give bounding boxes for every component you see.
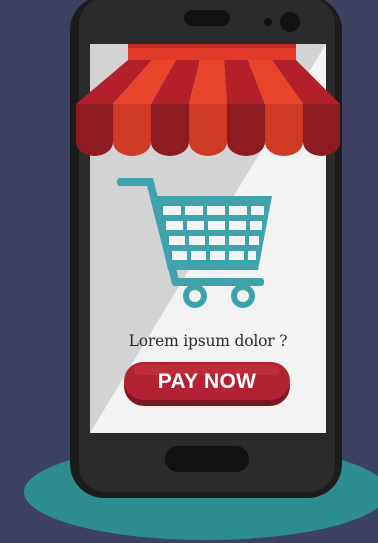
speaker-icon — [184, 10, 230, 26]
phone-illustration — [0, 0, 378, 543]
pay-now-label: PAY NOW — [157, 370, 257, 393]
pay-now-button[interactable]: PAY NOW — [124, 362, 290, 406]
prompt-text: Lorem ipsum dolor ? — [128, 332, 288, 350]
home-button[interactable] — [165, 446, 249, 472]
